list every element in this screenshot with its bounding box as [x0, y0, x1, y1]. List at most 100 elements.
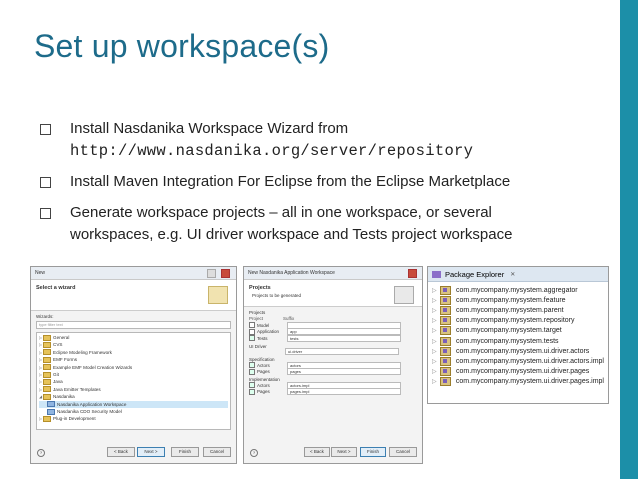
accent-bar [620, 0, 638, 479]
ui-driver-field[interactable]: ui.driver [285, 348, 399, 356]
tree-item[interactable]: ▷ EMF Forms [39, 356, 228, 363]
bullet-text: workspaces, e.g. UI driver workspace and… [70, 226, 513, 243]
suffix-column-header: Suffix [283, 316, 295, 321]
wizard-heading: Projects [249, 285, 271, 291]
back-button[interactable]: < Back [107, 447, 135, 457]
repository-url: http://www.nasdanika.org/server/reposito… [70, 142, 474, 160]
filter-input[interactable]: type filter text [36, 321, 231, 329]
project-item[interactable]: ▷ com.mycompany.mysystem.ui.driver.pages [432, 367, 604, 377]
close-icon[interactable] [221, 269, 230, 278]
wizard-banner-icon [394, 286, 414, 304]
project-item[interactable]: ▷ com.mycompany.mysystem.feature [432, 295, 604, 305]
cancel-button[interactable]: Cancel [203, 447, 231, 457]
project-row: Tests tests [249, 334, 417, 342]
bullet-text: Install Nasdanika Workspace Wizard from [70, 120, 349, 137]
tree-item[interactable]: ▷ Git [39, 371, 228, 378]
tree-item[interactable]: ▷ Java Emitter Templates [39, 386, 228, 393]
project-item[interactable]: ▷ com.mycompany.mysystem.ui.driver.actors… [432, 356, 604, 366]
wizard-banner: Projects Projects to be generated [244, 280, 422, 307]
tree-item[interactable]: ▷ Java [39, 378, 228, 386]
folder-icon [43, 393, 51, 400]
tree-item[interactable]: ▷ Eclipse Modeling Framework [39, 349, 228, 356]
project-icon [440, 326, 451, 336]
project-item[interactable]: ▷ com.mycompany.mysystem.target [432, 326, 604, 336]
project-icon [440, 367, 451, 377]
project-icon [440, 285, 451, 295]
next-button[interactable]: Next > [137, 447, 165, 457]
help-icon[interactable]: ? [250, 449, 258, 457]
package-explorer-title: Package Explorer [445, 269, 505, 279]
cancel-button[interactable]: Cancel [389, 447, 417, 457]
project-icon [440, 346, 451, 356]
project-icon [440, 295, 451, 305]
new-wizard-window: New Select a wizard Wizards: type filter… [30, 266, 237, 464]
wizard-icon [47, 401, 55, 408]
project-icon [439, 356, 451, 366]
project-icon [440, 305, 451, 315]
folder-icon [43, 364, 51, 371]
bullet-item: Generate workspace projects – all in one… [40, 202, 615, 246]
tree-item[interactable]: ▷ CVS [39, 341, 228, 349]
spec-pages-checkbox[interactable] [249, 368, 255, 375]
spec-actors-checkbox[interactable] [249, 362, 255, 369]
workspace-wizard-window: New Nasdanika Application Workspace Proj… [243, 266, 423, 464]
tree-item[interactable]: Nasdanika CDO Security Model [39, 408, 228, 415]
wizard-icon [47, 408, 55, 415]
next-button[interactable]: Next > [331, 447, 357, 457]
folder-icon [43, 415, 51, 422]
tests-checkbox[interactable] [249, 335, 255, 342]
tree-item[interactable]: ▷ Plug-in Development [39, 415, 228, 422]
window-title: New [35, 270, 46, 276]
tree-item-selected[interactable]: Nasdanika Application Workspace [39, 400, 228, 408]
wizard-heading: Select a wizard [36, 285, 76, 291]
project-column-header: Project [249, 316, 264, 321]
project-item[interactable]: ▷ com.mycompany.mysystem.aggregator [432, 285, 604, 295]
close-icon[interactable]: ✕ [510, 271, 515, 278]
suffix-field[interactable]: tests [287, 334, 401, 342]
package-explorer-icon [432, 270, 441, 278]
window-titlebar: New Nasdanika Application Workspace [244, 267, 422, 280]
bullet-square-icon [40, 177, 51, 188]
bullet-text: Install Maven Integration For Eclipse fr… [70, 173, 511, 190]
project-item[interactable]: ▷ com.mycompany.mysystem.ui.driver.pages.… [432, 377, 604, 387]
slide-title: Set up workspace(s) [34, 28, 330, 64]
project-item[interactable]: ▷ com.mycompany.mysystem.tests [432, 336, 604, 346]
bullet-list: Install Nasdanika Workspace Wizard from … [40, 118, 615, 255]
suffix-field[interactable]: pages [287, 368, 401, 376]
close-icon[interactable] [408, 269, 417, 278]
back-button[interactable]: < Back [304, 447, 330, 457]
impl-actors-checkbox[interactable] [249, 382, 255, 389]
model-checkbox[interactable] [249, 322, 255, 329]
application-checkbox[interactable] [249, 328, 255, 335]
tree-item[interactable]: ▷ General [39, 334, 228, 341]
project-item[interactable]: ▷ com.mycompany.mysystem.parent [432, 305, 604, 315]
project-item[interactable]: ▷ com.mycompany.mysystem.ui.driver.actors [432, 346, 604, 356]
bullet-square-icon [40, 208, 51, 219]
folder-icon [43, 379, 51, 386]
project-item[interactable]: ▷ com.mycompany.mysystem.repository [432, 316, 604, 326]
finish-button[interactable]: Finish [360, 447, 386, 457]
folder-icon [43, 356, 51, 363]
project-icon [439, 377, 451, 387]
package-explorer-view: Package Explorer ✕ ▷ com.mycompany.mysyst… [427, 266, 609, 404]
spec-row: Pages pages [249, 368, 417, 376]
window-titlebar: New [31, 267, 236, 280]
folder-icon [43, 386, 51, 393]
folder-icon [43, 342, 51, 349]
wizard-subheading: Projects to be generated [252, 293, 302, 298]
tree-item[interactable]: ◢ Nasdanika [39, 393, 228, 400]
window-title: New Nasdanika Application Workspace [248, 270, 335, 276]
help-icon[interactable]: ? [37, 449, 45, 457]
minimize-icon[interactable] [207, 269, 216, 278]
impl-pages-checkbox[interactable] [249, 388, 255, 395]
project-icon [440, 336, 451, 346]
package-explorer-tab[interactable]: Package Explorer ✕ [428, 267, 608, 282]
folder-icon [43, 371, 51, 378]
finish-button[interactable]: Finish [171, 447, 199, 457]
tree-item[interactable]: ▷ Example EMF Model Creation Wizards [39, 364, 228, 371]
project-icon [440, 316, 451, 326]
suffix-field[interactable]: pages.impl [287, 388, 401, 396]
folder-icon [43, 349, 51, 356]
bullet-square-icon [40, 124, 51, 135]
projects-group-label: Projects [249, 310, 266, 315]
